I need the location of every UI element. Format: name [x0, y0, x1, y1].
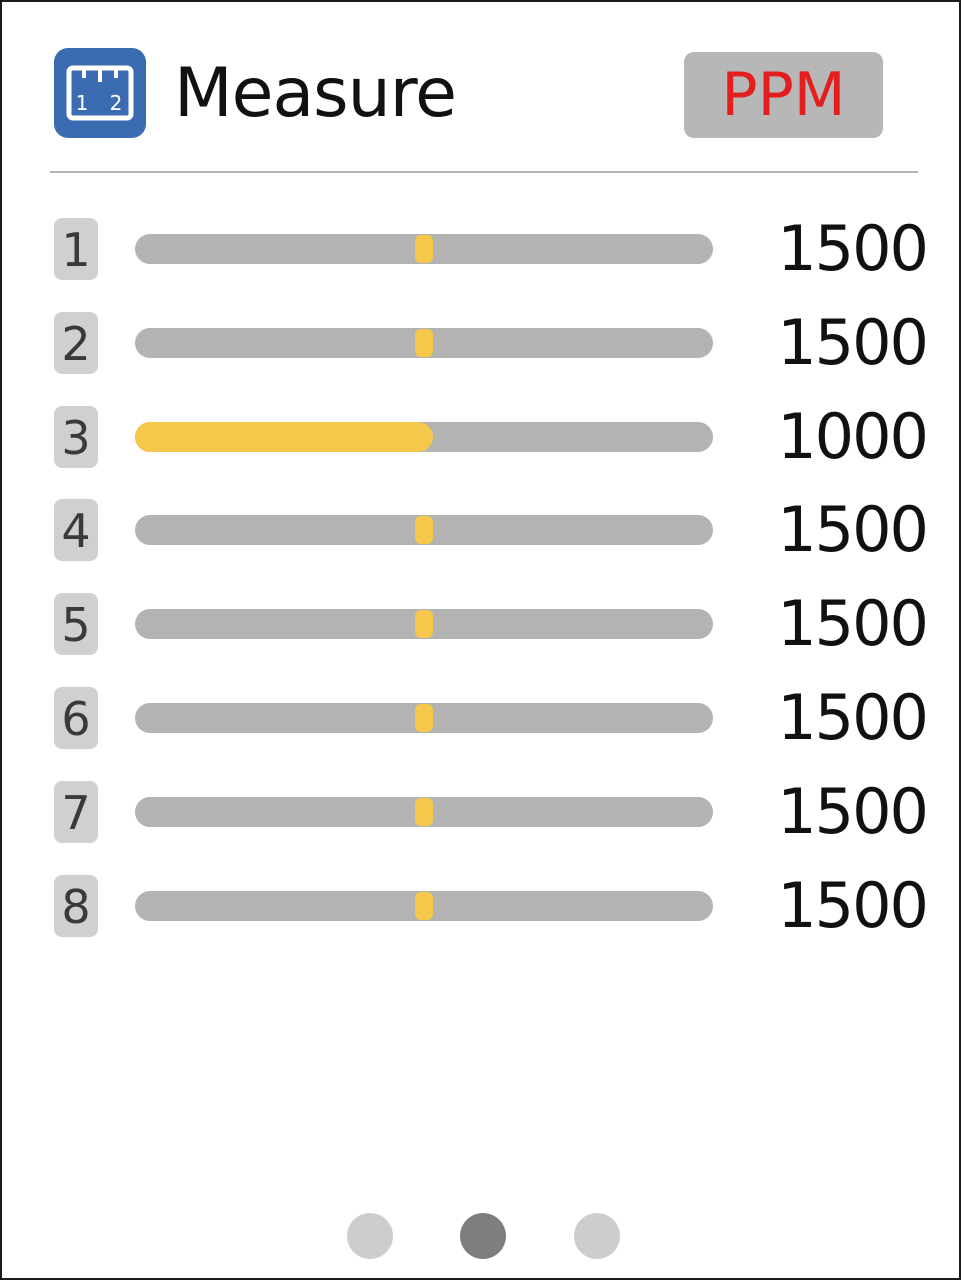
channel-row: 7 1500: [2, 775, 959, 848]
slider-thumb[interactable]: [415, 892, 433, 920]
channel-index: 7: [54, 781, 98, 843]
ruler-digit-1: 1: [76, 91, 89, 115]
page-indicator: [2, 1213, 959, 1261]
channel-index: 3: [54, 406, 98, 468]
channel-row: 2 1500: [2, 306, 959, 379]
channel-value: 1500: [777, 212, 929, 285]
channel-row: 5 1500: [2, 587, 959, 660]
channel-index: 5: [54, 593, 98, 655]
channel-slider[interactable]: [135, 234, 713, 264]
channel-value: 1500: [777, 306, 929, 379]
page-dot-2[interactable]: [460, 1213, 506, 1259]
channel-slider[interactable]: [135, 891, 713, 921]
unit-button[interactable]: PPM: [684, 52, 883, 138]
channel-value: 1500: [777, 493, 929, 566]
channel-row: 4 1500: [2, 493, 959, 566]
channel-index: 2: [54, 312, 98, 374]
slider-thumb[interactable]: [415, 516, 433, 544]
channel-value: 1000: [777, 400, 929, 473]
slider-thumb[interactable]: [415, 704, 433, 732]
channel-index: 1: [54, 218, 98, 280]
ruler-icon[interactable]: 1 2: [54, 48, 146, 138]
slider-thumb[interactable]: [415, 329, 433, 357]
channel-value: 1500: [777, 681, 929, 754]
channel-row: 1 1500: [2, 212, 959, 285]
ruler-digit-2: 2: [110, 91, 123, 115]
channel-row: 6 1500: [2, 681, 959, 754]
channel-value: 1500: [777, 587, 929, 660]
channel-slider[interactable]: [135, 422, 713, 452]
channel-slider[interactable]: [135, 609, 713, 639]
measure-screen: 1 2 Measure PPM 1 1500 2 1500 3 1000 4 1500 5 150…: [0, 0, 961, 1280]
page-title: Measure: [174, 54, 457, 133]
channel-slider[interactable]: [135, 328, 713, 358]
slider-thumb[interactable]: [415, 798, 433, 826]
slider-thumb[interactable]: [415, 610, 433, 638]
page-dot-1[interactable]: [347, 1213, 393, 1259]
channel-row: 3 1000: [2, 400, 959, 473]
channel-slider[interactable]: [135, 515, 713, 545]
channel-index: 4: [54, 499, 98, 561]
channel-slider[interactable]: [135, 797, 713, 827]
channel-value: 1500: [777, 869, 929, 942]
channel-index: 8: [54, 875, 98, 937]
page-dot-3[interactable]: [574, 1213, 620, 1259]
header-divider: [50, 171, 918, 173]
channel-index: 6: [54, 687, 98, 749]
channel-value: 1500: [777, 775, 929, 848]
channel-row: 8 1500: [2, 869, 959, 942]
slider-fill: [135, 422, 433, 452]
channel-slider[interactable]: [135, 703, 713, 733]
slider-thumb[interactable]: [415, 235, 433, 263]
